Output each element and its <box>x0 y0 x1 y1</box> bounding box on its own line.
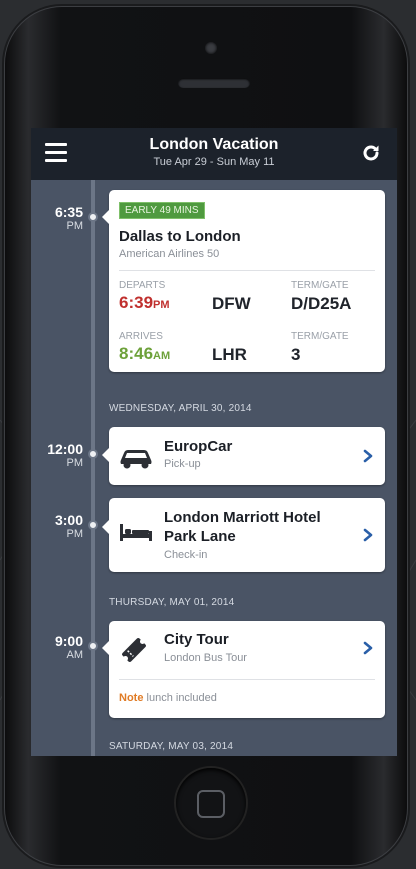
arrives-label: ARRIVES <box>119 331 163 342</box>
front-camera <box>205 42 217 54</box>
date-header-saturday: SATURDAY, MAY 03, 2014 <box>109 741 234 752</box>
tour-subtitle: London Bus Tour <box>164 652 247 664</box>
card-divider <box>119 679 375 680</box>
departs-label: DEPARTS <box>119 280 166 291</box>
hotel-card[interactable]: London Marriott Hotel Park Lane Check-in <box>102 498 385 572</box>
early-status-badge: EARLY 49 MINS <box>119 202 205 219</box>
time-label: 9:00 AM <box>54 633 83 661</box>
departs-time: 6:39PM <box>119 293 170 312</box>
navigation-bar: London Vacation Tue Apr 29 - Sun May 11 <box>31 128 397 180</box>
refresh-icon[interactable] <box>359 141 383 165</box>
card-pointer <box>102 520 109 534</box>
tour-title: City Tour <box>164 631 229 648</box>
chevron-right-icon <box>363 528 373 542</box>
date-header-thursday: THURSDAY, MAY 01, 2014 <box>109 597 235 608</box>
trip-title: London Vacation <box>149 136 279 153</box>
timeline-dot <box>88 641 98 651</box>
earpiece-speaker <box>178 78 250 88</box>
arrives-time: 8:46AM <box>119 344 171 363</box>
flight-card[interactable]: EARLY 49 MINS Dallas to London American … <box>102 190 385 372</box>
tour-card[interactable]: City Tour London Bus Tour Note lunch inc… <box>102 621 385 718</box>
time-label: 12:00 PM <box>47 441 83 469</box>
car-icon <box>120 450 152 469</box>
car-title: EuropCar <box>164 438 233 455</box>
timeline-dot <box>88 449 98 459</box>
airline-flight: American Airlines 50 <box>119 248 220 260</box>
card-pointer <box>102 641 109 655</box>
tour-note: Note lunch included <box>119 692 217 704</box>
arrives-gate-label: TERM/GATE <box>291 331 349 342</box>
departs-gate: D/D25A <box>291 294 352 313</box>
time-label: 3:00 PM <box>54 512 83 540</box>
flight-title: Dallas to London <box>119 228 241 245</box>
card-pointer <box>102 210 109 224</box>
departs-gate-label: TERM/GATE <box>291 280 349 291</box>
departs-airport: DFW <box>212 294 251 313</box>
hotel-subtitle: Check-in <box>164 549 208 561</box>
arrives-airport: LHR <box>212 345 247 364</box>
time-label: 6:35 PM <box>54 204 83 232</box>
chevron-right-icon <box>363 449 373 463</box>
trip-dates: Tue Apr 29 - Sun May 11 <box>153 156 275 168</box>
card-divider <box>119 270 375 271</box>
bed-icon <box>120 524 152 541</box>
ticket-icon <box>122 638 146 662</box>
hotel-title-line2: Park Lane <box>164 528 236 545</box>
hotel-title-line1: London Marriott Hotel <box>164 509 321 526</box>
date-header-wednesday: WEDNESDAY, APRIL 30, 2014 <box>109 403 252 414</box>
timeline-line <box>91 180 95 756</box>
card-pointer <box>102 448 109 462</box>
home-square-icon <box>197 790 225 818</box>
car-rental-card[interactable]: EuropCar Pick-up <box>102 427 385 485</box>
car-subtitle: Pick-up <box>164 458 201 470</box>
chevron-right-icon <box>363 641 373 655</box>
arrives-gate: 3 <box>291 345 301 364</box>
app-screen: London Vacation Tue Apr 29 - Sun May 11 … <box>31 128 397 756</box>
timeline-dot <box>88 212 98 222</box>
timeline-dot <box>88 520 98 530</box>
